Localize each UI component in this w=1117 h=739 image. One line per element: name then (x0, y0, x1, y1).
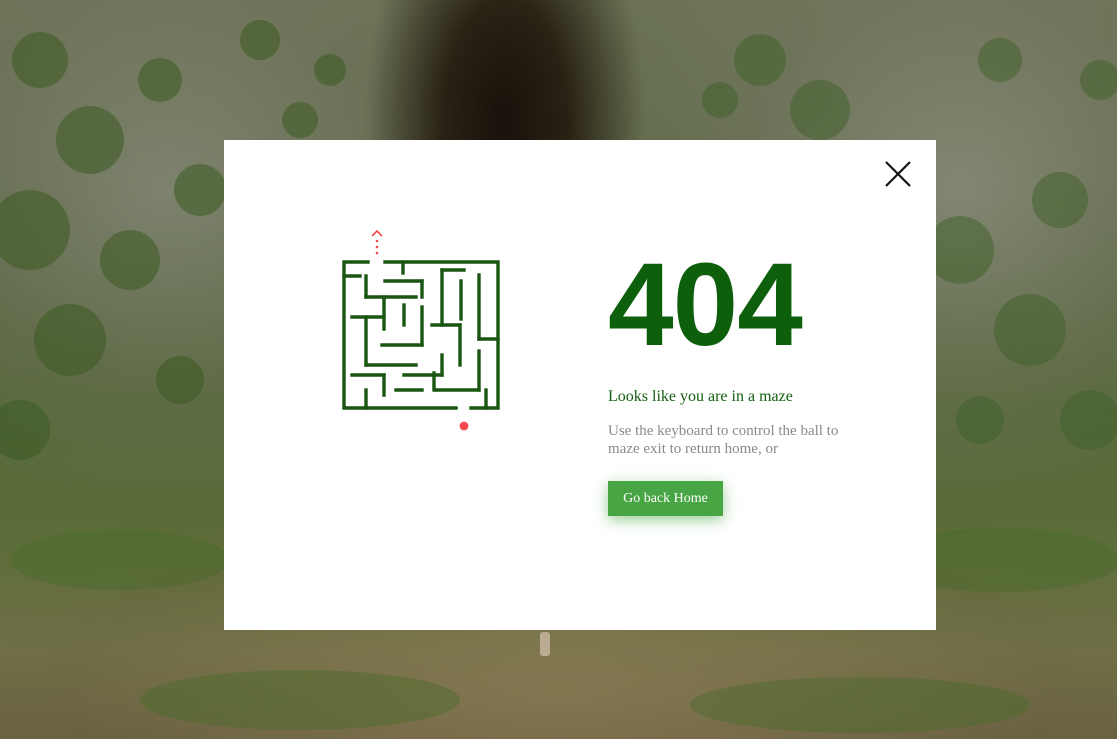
close-icon (885, 161, 911, 187)
error-headline: Looks like you are in a maze (608, 388, 793, 405)
error-code: 404 (608, 239, 803, 371)
close-button[interactable] (882, 158, 914, 190)
arrow-up-icon (371, 229, 383, 255)
error-description: Use the keyboard to control the ball to … (608, 423, 839, 457)
maze-game[interactable] (336, 225, 506, 435)
maze-walls (342, 260, 500, 410)
not-found-dialog: 404 Looks like you are in a maze Use the… (224, 140, 936, 630)
go-back-home-button[interactable]: Go back Home (608, 481, 723, 516)
maze-ball[interactable] (459, 421, 469, 431)
